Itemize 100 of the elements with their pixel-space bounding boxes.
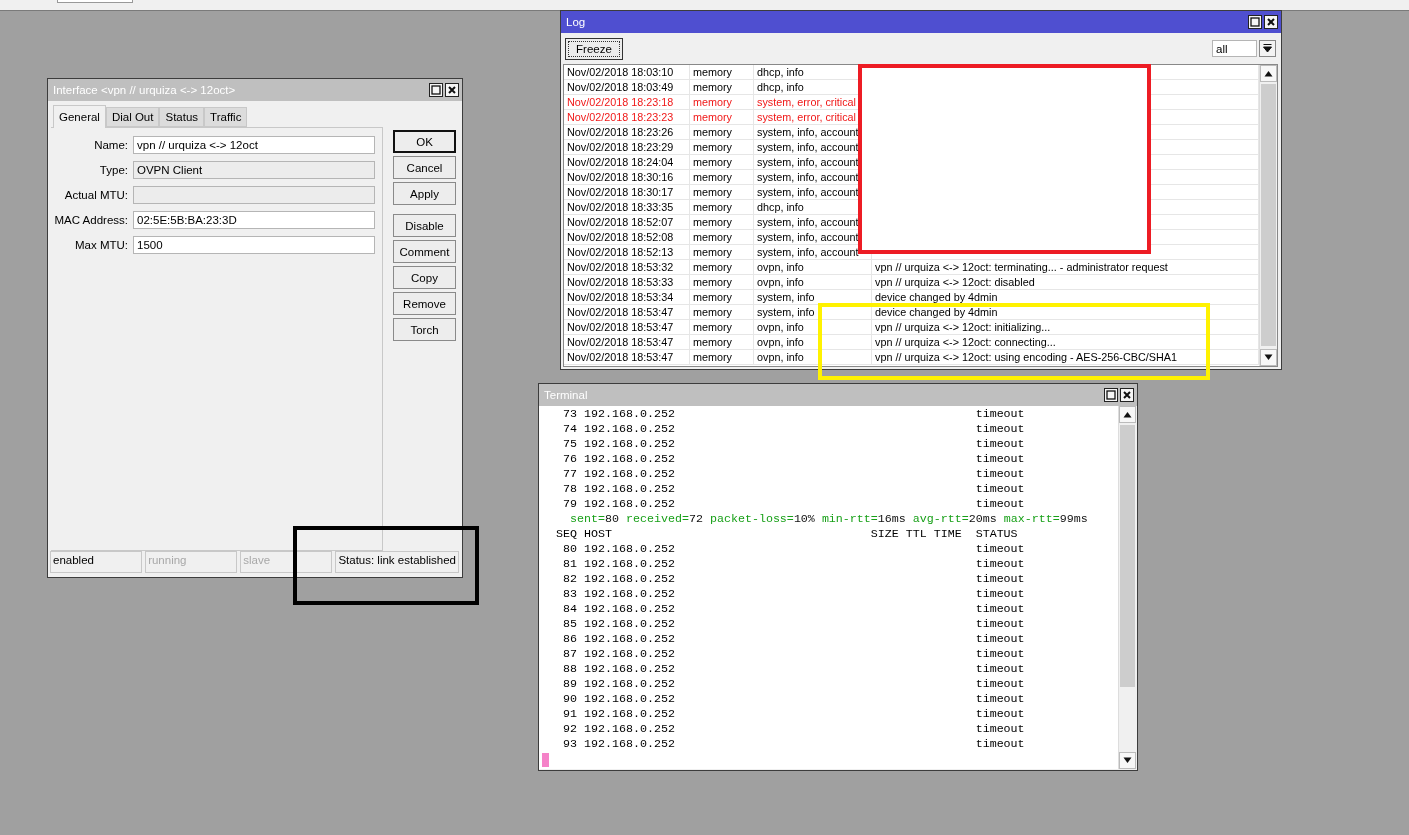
seq-text: 91 [561, 707, 577, 722]
topics-cell: ovpn, info [754, 350, 872, 364]
scrollbar[interactable] [1118, 406, 1136, 769]
dialog-button[interactable]: Copy [393, 266, 456, 289]
input-field[interactable]: vpn // urquiza <-> 12oct [133, 136, 375, 155]
host-text: 192.168.0.252 [583, 677, 676, 692]
host-text: 192.168.0.252 [583, 407, 676, 422]
input-field[interactable] [133, 186, 375, 205]
buffer-cell: memory [690, 335, 754, 349]
seq-text: 92 [561, 722, 577, 737]
seq-text: 75 [561, 437, 577, 452]
time-cell: Nov/02/2018 18:23:18 [564, 95, 690, 109]
status-text: timeout [975, 572, 1025, 587]
seq-text: 89 [561, 677, 577, 692]
freeze-button[interactable]: Freeze [565, 37, 623, 60]
host-text: 192.168.0.252 [583, 482, 676, 497]
dialog-button[interactable]: Disable [393, 214, 456, 237]
seq-text: 86 [561, 632, 577, 647]
filter-field[interactable]: all [1212, 40, 1257, 57]
buffer-cell: memory [690, 260, 754, 274]
topics-cell: ovpn, info [754, 260, 872, 274]
buffer-cell: memory [690, 350, 754, 364]
seq-text: 77 [561, 467, 577, 482]
toolbar-field[interactable] [57, 0, 133, 3]
status-text: timeout [975, 692, 1025, 707]
time-cell: Nov/02/2018 18:53:47 [564, 320, 690, 334]
field-label: Name: [93, 139, 128, 152]
status-text: timeout [975, 422, 1025, 437]
status-text: STATUS [975, 527, 1018, 542]
scroll-up-icon [1123, 411, 1132, 418]
dialog-button[interactable]: Comment [393, 240, 456, 263]
seq-text: 81 [561, 557, 577, 572]
seq-text: 93 [561, 737, 577, 752]
seq-text: 76 [561, 452, 577, 467]
field-label: MAC Address: [53, 214, 128, 227]
seq-text: 88 [561, 662, 577, 677]
topics-cell: ovpn, info [754, 320, 872, 334]
dialog-button[interactable]: Remove [393, 292, 456, 315]
input-field[interactable]: 1500 [133, 236, 375, 255]
scrollbar[interactable] [1259, 65, 1277, 366]
host-text: 192.168.0.252 [583, 692, 676, 707]
seq-text: 84 [561, 602, 577, 617]
status-text: timeout [975, 632, 1025, 647]
host-text: 192.168.0.252 [583, 467, 676, 482]
host-text: 192.168.0.252 [583, 542, 676, 557]
host-text: 192.168.0.252 [583, 707, 676, 722]
dialog-button[interactable]: OK [393, 130, 456, 153]
close-button[interactable] [1120, 388, 1134, 402]
time-cell: Nov/02/2018 18:30:16 [564, 170, 690, 184]
close-icon [1122, 390, 1132, 400]
terminal-cursor [542, 753, 549, 767]
maximize-button[interactable] [429, 83, 443, 97]
dropdown-button[interactable] [1259, 40, 1276, 57]
time-cell: Nov/02/2018 18:52:08 [564, 230, 690, 244]
input-field[interactable]: 02:5E:5B:BA:23:3D [133, 211, 375, 230]
host-text: 192.168.0.252 [583, 572, 676, 587]
field-label: Actual MTU: [63, 189, 128, 202]
time-cell: Nov/02/2018 18:53:47 [564, 305, 690, 319]
dialog-button[interactable]: Cancel [393, 156, 456, 179]
seq-text: 85 [561, 617, 577, 632]
status-text: timeout [975, 677, 1025, 692]
host-text: 192.168.0.252 [583, 497, 676, 512]
tab[interactable]: General [53, 105, 106, 129]
close-button[interactable] [445, 83, 459, 97]
host-text: 192.168.0.252 [583, 662, 676, 677]
host-text: 192.168.0.252 [583, 557, 676, 572]
seq-text: 74 [561, 422, 577, 437]
buffer-cell: memory [690, 275, 754, 289]
field-label: Max MTU: [73, 239, 128, 252]
time-cell: Nov/02/2018 18:30:17 [564, 185, 690, 199]
close-icon [1266, 17, 1276, 27]
maximize-button[interactable] [1104, 388, 1118, 402]
seq-text: 87 [561, 647, 577, 662]
status-text: timeout [975, 452, 1025, 467]
time-cell: Nov/02/2018 18:23:26 [564, 125, 690, 139]
status-cell: slave [240, 551, 333, 573]
tab[interactable]: Status [159, 107, 205, 128]
buffer-cell: memory [690, 125, 754, 139]
time-cell: Nov/02/2018 18:23:23 [564, 110, 690, 124]
status-cell: running [145, 551, 238, 573]
dialog-button[interactable]: Torch [393, 318, 456, 341]
field-label: Type: [98, 164, 128, 177]
maximize-button[interactable] [1248, 15, 1262, 29]
tab[interactable]: Traffic [204, 107, 248, 128]
input-field[interactable]: OVPN Client [133, 161, 375, 180]
host-text: 192.168.0.252 [583, 422, 676, 437]
buffer-cell: memory [690, 140, 754, 154]
dialog-button[interactable]: Apply [393, 182, 456, 205]
ping-summary: sent=80 received=72 packet-loss=10% min-rtt=16ms avg-rtt=20ms max-rtt=99ms [569, 512, 1088, 527]
status-text: timeout [975, 497, 1025, 512]
close-button[interactable] [1264, 15, 1278, 29]
time-cell: Nov/02/2018 18:52:13 [564, 245, 690, 259]
tab[interactable]: Dial Out [105, 107, 160, 128]
seq-text: 78 [561, 482, 577, 497]
status-text: timeout [975, 737, 1025, 752]
status-text: timeout [975, 662, 1025, 677]
time-cell: Nov/02/2018 18:33:35 [564, 200, 690, 214]
size-text: SIZE [870, 527, 900, 542]
status-cell: Status: link established [335, 551, 459, 573]
time-cell: Nov/02/2018 18:52:07 [564, 215, 690, 229]
